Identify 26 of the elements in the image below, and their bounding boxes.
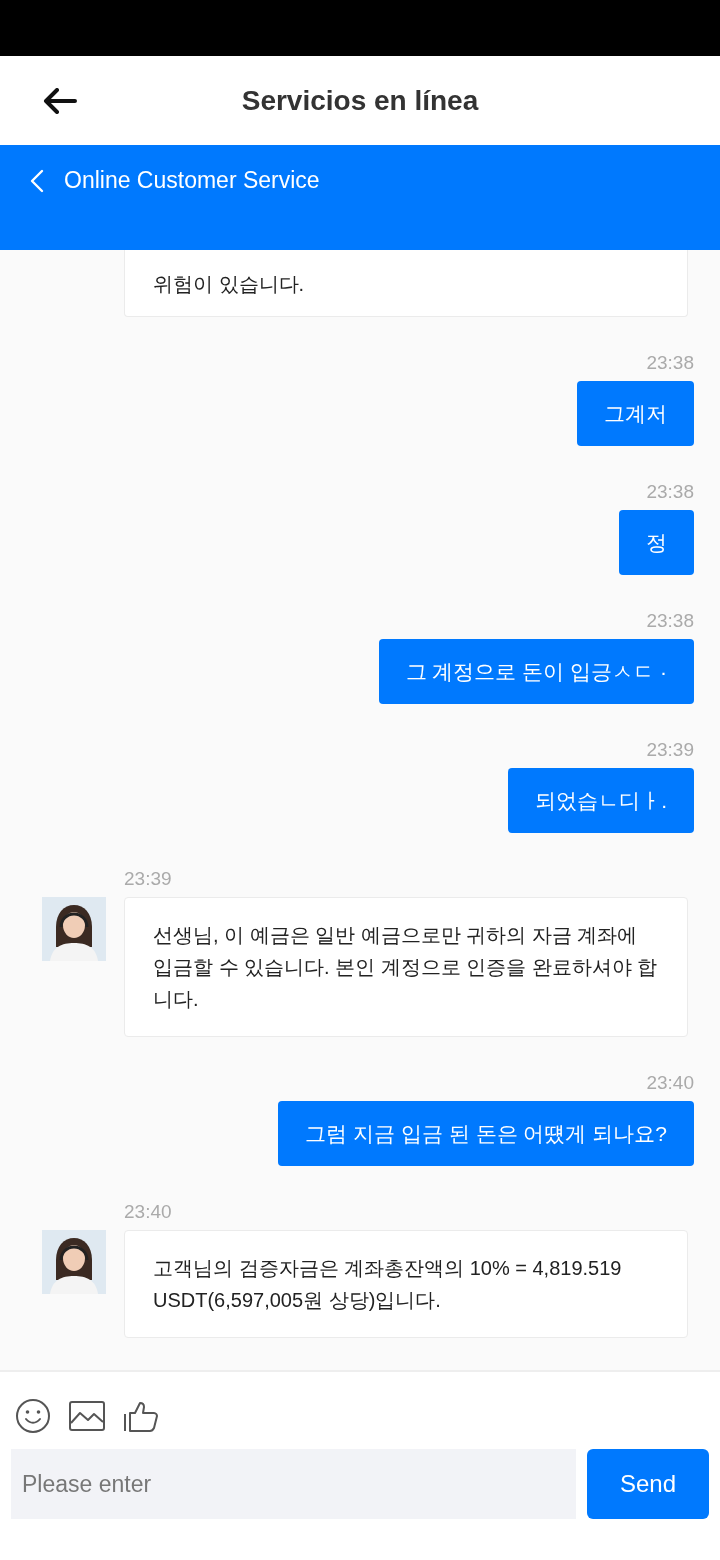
avatar-icon bbox=[42, 897, 106, 961]
back-icon[interactable] bbox=[43, 88, 77, 114]
message-time: 23:38 bbox=[646, 351, 694, 375]
message-bubble: 그럼 지금 입금 된 돈은 어떘게 되나요? bbox=[278, 1101, 694, 1166]
message-time: 23:40 bbox=[646, 1071, 694, 1095]
message-bubble: 되었습ㄴ디ㅏ. bbox=[508, 768, 694, 833]
message-bubble: 그 계정으로 돈이 입긍ㅅㄷ · bbox=[378, 639, 694, 704]
message-time: 23:39 bbox=[646, 738, 694, 762]
message-input[interactable]: Please enter bbox=[11, 1449, 576, 1519]
page-title: Servicios en línea bbox=[241, 84, 479, 117]
message-time: 23:38 bbox=[646, 609, 694, 633]
message-bubble: 고객님의 검증자금은 계좌총잔액의 10% = 4,819.519 USDT(6,597,005원 상당)입니다. bbox=[124, 1230, 688, 1338]
send-button[interactable]: Send bbox=[587, 1449, 709, 1519]
chevron-left-icon[interactable] bbox=[30, 169, 44, 193]
message-bubble: 위험이 있습니다. bbox=[124, 250, 688, 317]
message-bubble: 선생님, 이 예금은 일반 예금으로만 귀하의 자금 계좌에 입금할 수 있습니다. 본인 계정으로 인증을 완료하셔야 합니다. bbox=[124, 897, 688, 1037]
message-bubble: 그계저 bbox=[577, 381, 694, 446]
message-time: 23:39 bbox=[124, 867, 173, 891]
message-time: 23:40 bbox=[124, 1200, 173, 1224]
image-icon[interactable] bbox=[69, 1401, 105, 1431]
thumbs-up-icon[interactable] bbox=[123, 1400, 159, 1432]
message-time: 23:38 bbox=[646, 480, 694, 504]
avatar-icon bbox=[42, 1230, 106, 1294]
message-bubble: 정 bbox=[619, 510, 694, 575]
service-title: Online Customer Service bbox=[64, 167, 320, 194]
emoji-icon[interactable] bbox=[15, 1398, 51, 1434]
